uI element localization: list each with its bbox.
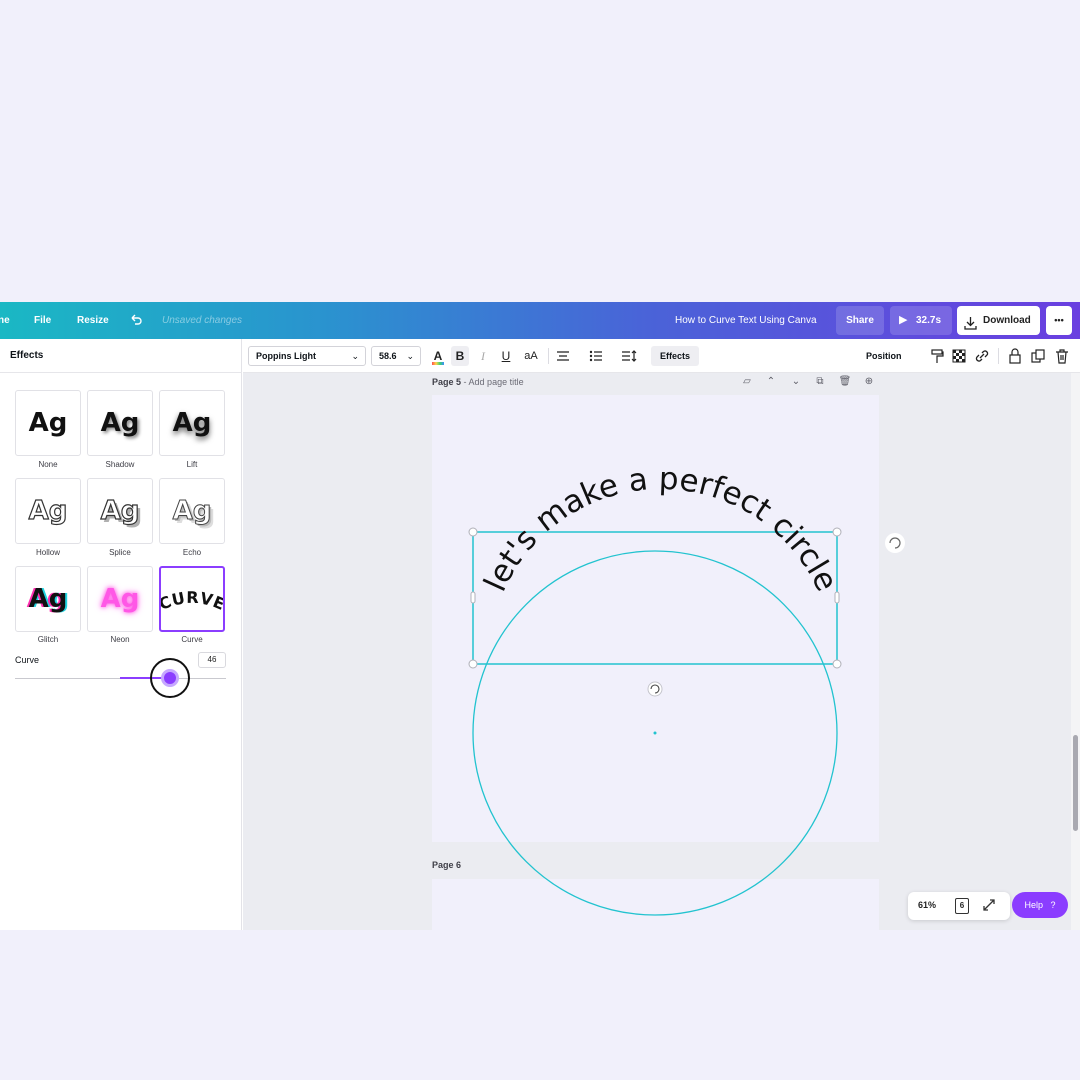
effect-sample: Ag <box>100 495 140 526</box>
resize-menu[interactable]: Resize <box>77 302 109 339</box>
canva-editor: ne File Resize Unsaved changes How to Cu… <box>0 302 1080 930</box>
lock-icon[interactable] <box>1006 346 1024 366</box>
effect-sample: Ag <box>100 584 140 614</box>
effect-sample: Ag <box>28 495 68 526</box>
effects-button[interactable]: Effects <box>651 346 699 366</box>
underline-icon[interactable]: U <box>497 346 515 366</box>
download-label: Download <box>983 315 1031 326</box>
effect-label: Lift <box>186 460 198 469</box>
paint-roller-icon[interactable] <box>928 346 946 366</box>
bold-icon[interactable]: B <box>451 346 469 366</box>
trash-icon[interactable] <box>1053 346 1071 366</box>
chevron-down-icon: ⌄ <box>351 351 359 361</box>
help-label: Help <box>1024 900 1043 910</box>
effect-tile-neon[interactable]: Ag <box>87 566 153 632</box>
design-title[interactable]: How to Curve Text Using Canva <box>675 302 817 339</box>
effect-tile-curve[interactable]: CURVE <box>159 566 225 632</box>
text-color-icon[interactable]: A <box>429 346 447 366</box>
zoom-level[interactable]: 61% <box>918 900 936 910</box>
effect-sample: Ag <box>28 408 68 438</box>
rotate-icon[interactable] <box>647 681 663 697</box>
effect-tile-lift[interactable]: Ag <box>159 390 225 456</box>
page-count: 6 <box>959 901 965 910</box>
cursor-highlight-ring <box>150 658 190 698</box>
effect-label: Echo <box>182 548 202 557</box>
circle-center-point <box>653 731 657 735</box>
effect-tile-splice[interactable]: Ag <box>87 478 153 544</box>
selection-overlay: let's make a perfect circle <box>468 461 905 916</box>
play-duration: 32.7s <box>916 315 942 326</box>
list-icon[interactable] <box>587 346 605 366</box>
align-center-icon[interactable] <box>554 346 572 366</box>
effect-tile-shadow[interactable]: Ag <box>87 390 153 456</box>
effect-label: Curve <box>181 635 203 644</box>
effect-tile-glitch[interactable]: Ag <box>15 566 81 632</box>
curve-sample-graphic: CURVE <box>161 588 223 614</box>
home-menu[interactable]: ne <box>0 302 10 339</box>
toolbar-divider <box>548 348 549 364</box>
help-button[interactable]: Help ? <box>1012 892 1068 918</box>
effect-sample: Ag <box>172 496 212 527</box>
toolbar-divider <box>998 348 999 364</box>
canvas-area[interactable]: Page 5 - Add page title ▱ ⌃ ⌄ ⧉ 🗑 ⊕ Page… <box>243 373 1071 930</box>
chevron-down-icon: ⌄ <box>406 351 414 361</box>
effect-label: Splice <box>109 548 131 557</box>
present-button[interactable]: ▶ 32.7s <box>890 306 952 335</box>
more-options-button[interactable]: ••• <box>1046 306 1072 335</box>
effect-sample: Ag <box>172 408 212 438</box>
spacing-icon[interactable] <box>620 346 638 366</box>
download-icon <box>964 313 977 342</box>
panel-header: Effects <box>0 339 242 373</box>
help-icon: ? <box>1050 900 1056 910</box>
curve-slider-label: Curve <box>15 655 40 665</box>
transparency-icon[interactable] <box>950 346 968 366</box>
effect-label: Shadow <box>105 460 135 469</box>
curved-text: let's make a perfect circle <box>477 461 844 597</box>
font-size-value: 58.6 <box>379 351 397 361</box>
duplicate-icon[interactable] <box>1029 346 1047 366</box>
editor-toolbar: Poppins Light ⌄ 58.6 ⌄ A B I U aA Effect… <box>243 339 1080 373</box>
italic-icon[interactable]: I <box>474 346 492 366</box>
scroll-thumb[interactable] <box>1073 735 1078 831</box>
effect-tile-hollow[interactable]: Ag <box>15 478 81 544</box>
effect-label: Neon <box>110 635 130 644</box>
letter-case-icon[interactable]: aA <box>520 346 542 366</box>
effect-tile-none[interactable]: Ag <box>15 390 81 456</box>
zoom-controls: 61% 6 <box>908 892 1010 920</box>
effect-sample: CURVE <box>161 588 223 614</box>
effect-label: Hollow <box>35 548 60 557</box>
panel-title: Effects <box>10 350 44 361</box>
link-icon[interactable] <box>973 346 991 366</box>
page-count-icon[interactable]: 6 <box>955 898 969 914</box>
play-icon: ▶ <box>899 314 908 326</box>
effects-panel: Effects Ag None Ag Shadow Ag Lift Ag Hol… <box>0 339 242 930</box>
fullscreen-icon[interactable] <box>982 897 996 915</box>
effect-sample: Ag <box>100 408 140 438</box>
svg-text:CURVE: CURVE <box>161 588 223 614</box>
top-bar: ne File Resize Unsaved changes How to Cu… <box>0 302 1080 339</box>
font-size-input[interactable]: 58.6 ⌄ <box>371 346 421 366</box>
font-family-value: Poppins Light <box>256 351 316 361</box>
download-button[interactable]: Download <box>957 306 1040 335</box>
refresh-icon[interactable] <box>885 533 905 553</box>
effect-label: Glitch <box>37 635 59 644</box>
curve-value-input[interactable]: 46 <box>198 652 226 668</box>
effect-sample: Ag <box>28 584 68 614</box>
share-button[interactable]: Share <box>836 306 884 335</box>
effect-tile-echo[interactable]: Ag <box>159 478 225 544</box>
vertical-scrollbar[interactable] <box>1071 373 1080 930</box>
position-button[interactable]: Position <box>866 346 902 366</box>
undo-icon[interactable] <box>129 302 145 339</box>
font-family-select[interactable]: Poppins Light ⌄ <box>248 346 366 366</box>
curved-text-element[interactable]: let's make a perfect circle <box>477 461 844 597</box>
unsaved-changes-status: Unsaved changes <box>162 315 243 326</box>
effect-label: None <box>38 460 58 469</box>
file-menu[interactable]: File <box>34 302 51 339</box>
